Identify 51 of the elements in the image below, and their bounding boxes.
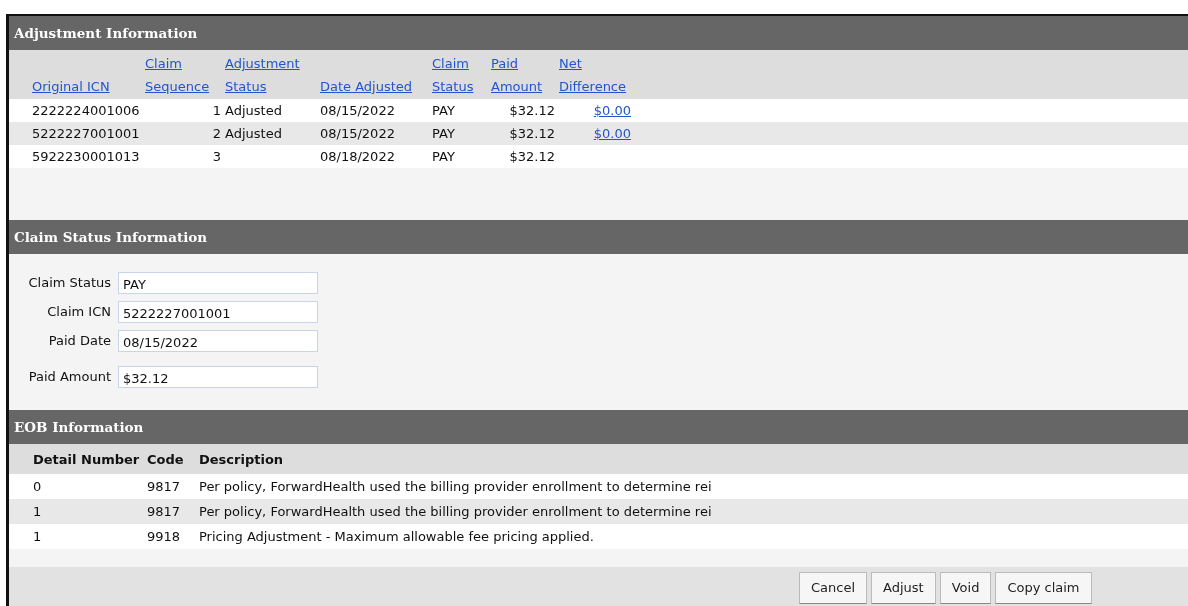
section-header: EOB Information xyxy=(9,410,1188,444)
field-label: Paid Amount xyxy=(27,369,112,384)
table-cell: 1 xyxy=(212,103,221,118)
input-field[interactable]: $32.12 xyxy=(118,365,318,388)
table-cell: 5222227001001 xyxy=(32,126,140,141)
table-cell: 5922230001013 xyxy=(32,149,140,164)
table-cell: 1 xyxy=(33,504,42,519)
column-header-link[interactable]: Claim Sequence xyxy=(145,52,221,98)
column-header: Detail Number xyxy=(33,451,140,467)
column-header: Description xyxy=(199,451,284,467)
table-cell: 9817 xyxy=(147,479,181,494)
field-label: Claim ICN xyxy=(46,304,112,319)
section-header: Adjustment Information xyxy=(9,16,1188,50)
input-field[interactable]: 08/15/2022 xyxy=(118,329,318,352)
table-cell: Pricing Adjustment - Maximum allowable fee pricing applied. xyxy=(199,529,594,544)
table-cell: 08/15/2022 xyxy=(320,103,395,118)
table-cell: 9918 xyxy=(147,529,181,544)
input-field[interactable]: PAY xyxy=(118,271,318,294)
column-header-link[interactable]: Date Adjusted xyxy=(320,75,413,98)
column-header-link[interactable]: Net Difference xyxy=(559,52,631,98)
column-header-link[interactable]: Original ICN xyxy=(32,75,110,98)
table-cell: 08/18/2022 xyxy=(320,149,395,164)
table-cell: 0 xyxy=(33,479,42,494)
column-header-link[interactable]: Claim Status xyxy=(432,52,487,98)
field-label: Claim Status xyxy=(27,275,112,290)
column-header-link[interactable]: Paid Amount xyxy=(491,52,555,98)
table-cell: Adjusted xyxy=(225,103,282,118)
input-field[interactable]: 5222227001001 xyxy=(118,300,318,323)
table-cell: Per policy, ForwardHealth used the billing provider enrollment to determine rei xyxy=(199,479,712,494)
table-cell: $32.12 xyxy=(509,149,555,164)
table-cell: 08/15/2022 xyxy=(320,126,395,141)
table-cell: $32.12 xyxy=(509,103,555,118)
action-button[interactable]: Copy claim xyxy=(995,571,1092,604)
table-cell: 9817 xyxy=(147,504,181,519)
table-cell: 1 xyxy=(33,529,42,544)
section-header: Claim Status Information xyxy=(9,220,1188,254)
table-cell: PAY xyxy=(432,126,455,141)
table-cell: PAY xyxy=(432,103,455,118)
table-cell: 2 xyxy=(212,126,221,141)
table-cell: Per policy, ForwardHealth used the billing provider enrollment to determine rei xyxy=(199,504,712,519)
action-button[interactable]: Adjust xyxy=(871,571,936,604)
table-cell: 2222224001006 xyxy=(32,103,140,118)
table-cell: $32.12 xyxy=(509,126,555,141)
field-label: Paid Date xyxy=(47,333,112,348)
column-header-link[interactable]: Adjustment Status xyxy=(225,52,316,98)
column-header: Code xyxy=(147,451,184,467)
action-button[interactable]: Void xyxy=(939,571,992,604)
table-cell: 3 xyxy=(212,149,221,164)
table-cell: Adjusted xyxy=(225,126,282,141)
table-cell: PAY xyxy=(432,149,455,164)
action-button[interactable]: Cancel xyxy=(799,571,868,604)
